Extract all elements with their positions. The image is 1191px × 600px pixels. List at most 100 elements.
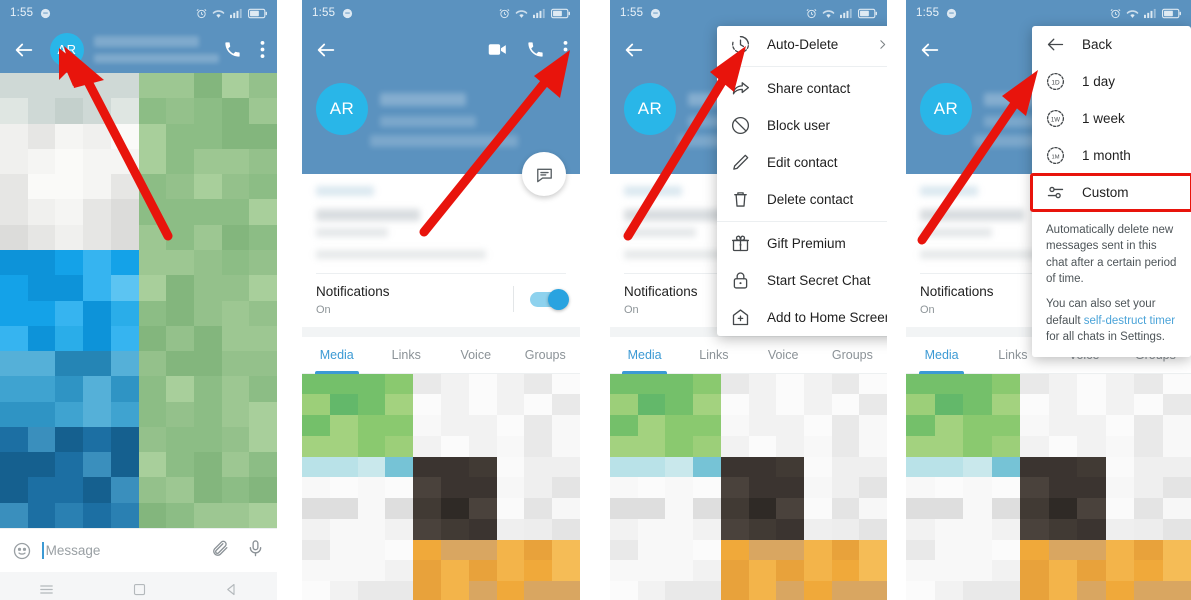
tab-media[interactable]: Media — [906, 337, 977, 374]
three-dot-menu-icon[interactable] — [260, 40, 265, 59]
pencil-edit-icon — [729, 152, 751, 174]
phone-icon[interactable] — [526, 40, 545, 59]
status-bar-time: 1:55 — [620, 7, 644, 19]
microphone-icon[interactable] — [246, 539, 265, 563]
back-arrow-icon[interactable] — [918, 38, 942, 62]
submenu-item-label: Back — [1082, 37, 1113, 52]
back-arrow-icon[interactable] — [12, 38, 36, 62]
blurred-chat-content — [0, 73, 277, 528]
chevron-right-icon — [876, 38, 887, 51]
text-caret — [42, 542, 44, 559]
tab-links[interactable]: Links — [372, 337, 442, 374]
back-arrow-icon[interactable] — [314, 38, 338, 62]
message-placeholder: Message — [45, 543, 101, 558]
wifi-icon — [822, 8, 835, 19]
auto-delete-submenu[interactable]: Back 1D 1 day 1W 1 week 1M 1 month Custom Automa… — [1032, 26, 1191, 358]
tab-groups[interactable]: Groups — [511, 337, 581, 374]
paperclip-icon[interactable] — [211, 539, 230, 563]
status-bar-icons — [806, 8, 877, 19]
submenu-item-1-month[interactable]: 1M 1 month — [1032, 137, 1191, 174]
menu-item-add-to-home-screen[interactable]: Add to Home Screen — [717, 299, 887, 336]
tab-label: Media — [319, 348, 354, 363]
menu-separator — [717, 66, 887, 67]
status-bar: 1:55 — [0, 0, 277, 26]
submenu-item-custom[interactable]: Custom — [1032, 174, 1191, 211]
tab-groups[interactable]: Groups — [818, 337, 887, 374]
triangle-back-icon[interactable] — [224, 582, 239, 597]
notifications-value: On — [316, 303, 331, 316]
svg-text:1W: 1W — [1050, 116, 1059, 123]
hamburger-recents-icon[interactable] — [38, 581, 55, 598]
message-composer: Message — [0, 528, 277, 572]
menu-item-share-contact[interactable]: Share contact — [717, 70, 887, 107]
panel-auto-delete-submenu-screen: 1:55 AR Notifications On Media Links Bac… — [906, 0, 1191, 600]
phone-icon[interactable] — [223, 40, 242, 59]
status-bar-time: 1:55 — [312, 7, 336, 19]
submenu-item-1-week[interactable]: 1W 1 week — [1032, 100, 1191, 137]
submenu-item-label: 1 day — [1082, 74, 1116, 89]
menu-item-delete-contact[interactable]: Delete contact — [717, 181, 887, 218]
screenshot-stage: 1:55 AR Message 1:55 AR Notifications On… — [0, 0, 1191, 600]
tab-links[interactable]: Links — [679, 337, 748, 374]
menu-item-auto-delete[interactable]: Auto-Delete — [717, 26, 887, 63]
overflow-context-menu[interactable]: Auto-Delete Share contact Block user Edit c… — [717, 26, 887, 336]
status-bar: 1:55 — [610, 0, 887, 26]
description-paragraph-1: Automatically delete new messages sent i… — [1046, 224, 1177, 285]
menu-item-label: Edit contact — [767, 155, 838, 170]
timer-1d-icon: 1D — [1044, 71, 1066, 93]
share-arrow-icon — [729, 78, 751, 100]
menu-item-label: Delete contact — [767, 192, 854, 207]
battery-icon — [248, 8, 267, 19]
status-bar-time: 1:55 — [916, 7, 940, 19]
media-grid[interactable] — [302, 373, 580, 600]
message-input[interactable]: Message — [42, 542, 211, 559]
three-dot-menu-icon[interactable] — [563, 40, 568, 59]
submenu-item-label: 1 week — [1082, 111, 1125, 126]
chat-messages-area — [0, 73, 277, 528]
self-destruct-timer-link[interactable]: self-destruct timer — [1084, 315, 1175, 327]
block-circle-slash-icon — [729, 115, 751, 137]
submenu-item-back[interactable]: Back — [1032, 26, 1191, 63]
back-arrow-icon — [1044, 34, 1066, 56]
message-bubble-icon[interactable] — [522, 152, 566, 196]
status-bar: 1:55 — [906, 0, 1191, 26]
tab-voice[interactable]: Voice — [441, 337, 511, 374]
signal-icon — [533, 8, 546, 19]
profile-tabs: Media Links Voice Groups — [610, 336, 887, 374]
divider — [513, 286, 514, 313]
menu-item-block-user[interactable]: Block user — [717, 107, 887, 144]
menu-item-label: Gift Premium — [767, 236, 846, 251]
contact-name-blurred — [94, 36, 223, 63]
menu-item-gift-premium[interactable]: Gift Premium — [717, 225, 887, 262]
avatar[interactable]: AR — [920, 83, 972, 135]
contact-status-blurred — [370, 135, 518, 147]
avatar[interactable]: AR — [316, 83, 368, 135]
submenu-item-1-day[interactable]: 1D 1 day — [1032, 63, 1191, 100]
video-camera-icon[interactable] — [487, 39, 508, 60]
notifications-toggle[interactable] — [530, 288, 569, 310]
media-grid[interactable] — [906, 373, 1191, 600]
status-bar: 1:55 — [302, 0, 580, 26]
menu-item-edit-contact[interactable]: Edit contact — [717, 144, 887, 181]
menu-item-start-secret-chat[interactable]: Start Secret Chat — [717, 262, 887, 299]
back-arrow-icon[interactable] — [622, 38, 646, 62]
padlock-icon — [729, 270, 751, 292]
auto-delete-description: Automatically delete new messages sent i… — [1032, 211, 1191, 358]
tab-media[interactable]: Media — [610, 337, 679, 374]
square-home-icon[interactable] — [132, 582, 147, 597]
avatar[interactable]: AR — [624, 83, 676, 135]
gift-box-icon — [729, 233, 751, 255]
panel-profile-screen: 1:55 AR Notifications On Media Links Voi… — [302, 0, 580, 600]
tab-media[interactable]: Media — [302, 337, 372, 374]
media-grid[interactable] — [610, 373, 887, 600]
add-to-home-plus-icon — [729, 307, 751, 329]
notifications-row[interactable]: Notifications On — [302, 274, 580, 327]
tab-label: Media — [924, 348, 959, 363]
menu-item-label: Add to Home Screen — [767, 310, 887, 325]
sticker-smiley-icon[interactable] — [12, 541, 32, 561]
wifi-icon — [1126, 8, 1139, 19]
tab-voice[interactable]: Voice — [749, 337, 818, 374]
notifications-label: Notifications — [316, 284, 390, 299]
battery-icon — [1162, 8, 1181, 19]
contact-name-blurred — [380, 93, 476, 127]
